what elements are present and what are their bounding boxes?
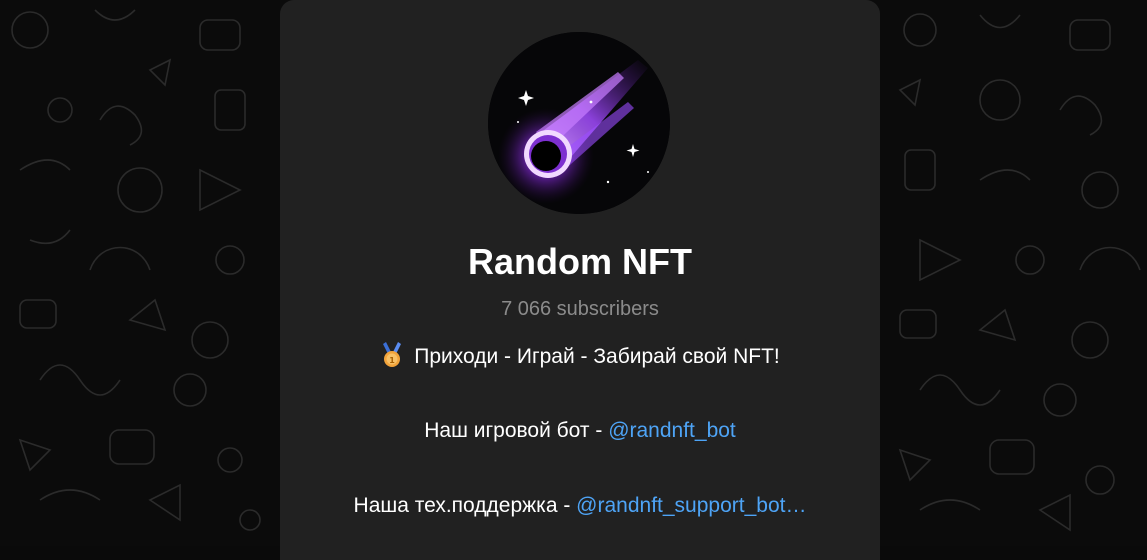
- channel-avatar[interactable]: [488, 32, 670, 214]
- channel-info-card: Random NFT 7 066 subscribers 1 Приходи -…: [280, 0, 880, 560]
- description-text-2: Наш игровой бот -: [424, 419, 609, 442]
- svg-text:1: 1: [389, 356, 395, 365]
- description-line-3: Наша тех.поддержка - @randnft_support_bo…: [280, 492, 880, 520]
- description-text-1: Приходи - Играй - Забирай свой NFT!: [414, 345, 780, 368]
- description-text-3: Наша тех.поддержка -: [353, 494, 577, 517]
- description-line-1: 1 Приходи - Играй - Забирай свой NFT!: [280, 342, 880, 371]
- game-bot-link[interactable]: @randnft_bot: [608, 419, 736, 442]
- support-bot-link[interactable]: @randnft_support_bot…: [576, 494, 806, 517]
- meteor-avatar-icon: [488, 32, 670, 214]
- subscriber-count: 7 066 subscribers: [501, 298, 659, 320]
- medal-icon: 1: [383, 342, 402, 367]
- channel-title: Random NFT: [468, 241, 692, 282]
- description-line-2: Наш игровой бот - @randnft_bot: [280, 417, 880, 445]
